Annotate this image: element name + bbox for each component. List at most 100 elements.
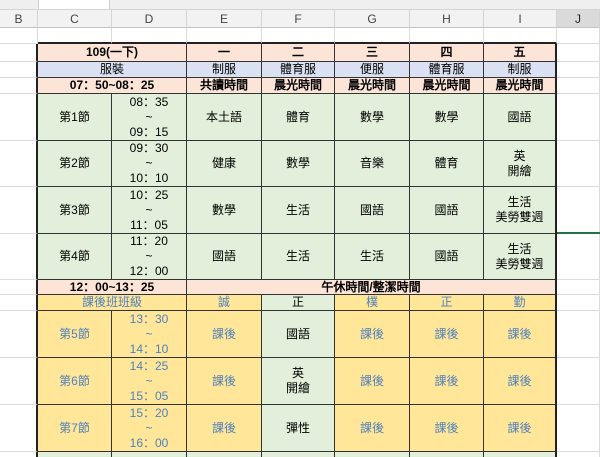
class-cell-p6-wed[interactable]: 課後 (335, 358, 410, 405)
period-label-cell-6[interactable]: 第6節 (38, 358, 112, 405)
empty-cell[interactable] (557, 280, 600, 295)
morning-time-cell[interactable]: 07：50~08：25 (38, 78, 187, 94)
empty-cell[interactable] (557, 452, 600, 457)
column-header-i[interactable]: I (484, 10, 557, 28)
empty-cell[interactable] (557, 94, 600, 141)
period-label-cell-1[interactable]: 第1節 (38, 94, 112, 141)
class-cell-p7-thu[interactable]: 課後 (410, 405, 484, 452)
after-school-class-thu[interactable]: 正 (410, 295, 484, 311)
period-label-cell-7[interactable]: 第7節 (38, 405, 112, 452)
class-cell-p6-thu[interactable]: 課後 (410, 358, 484, 405)
empty-cell[interactable] (0, 358, 38, 405)
period-time-cell-3[interactable]: 10：25 ~ 11：05 (112, 187, 187, 234)
weekday-header-fri[interactable]: 五 (484, 44, 557, 62)
period-time-cell-7[interactable]: 15：20 ~ 16：00 (112, 405, 187, 452)
dress-cell-wed[interactable]: 便服 (335, 62, 410, 78)
class-cell-p5-tue[interactable]: 國語 (262, 311, 335, 358)
period-time-cell-2[interactable]: 09：30 ~ 10：10 (112, 141, 187, 187)
empty-cell[interactable] (0, 295, 38, 311)
class-cell-p4-mon[interactable]: 國語 (187, 234, 262, 280)
period-label-cell-3[interactable]: 第3節 (38, 187, 112, 234)
after-school-label-cell[interactable]: 課後班班級 (38, 295, 187, 311)
empty-cell[interactable] (557, 234, 600, 280)
morning-cell-fri[interactable]: 晨光時間 (484, 78, 557, 94)
empty-cell[interactable] (335, 28, 410, 44)
empty-cell[interactable] (0, 44, 38, 62)
empty-cell[interactable] (557, 187, 600, 234)
class-cell-p3-mon[interactable]: 數學 (187, 187, 262, 234)
class-cell-p4-fri[interactable]: 生活 美勞雙週 (484, 234, 557, 280)
empty-cell[interactable] (0, 28, 38, 44)
empty-cell[interactable] (0, 78, 38, 94)
weekday-header-thu[interactable]: 四 (410, 44, 484, 62)
empty-cell[interactable] (557, 78, 600, 94)
name-box-edge[interactable] (38, 0, 110, 9)
class-cell-p4-tue[interactable]: 生活 (262, 234, 335, 280)
weekday-header-tue[interactable]: 二 (262, 44, 335, 62)
dress-cell-thu[interactable]: 體育服 (410, 62, 484, 78)
after-school-class-fri[interactable]: 勤 (484, 295, 557, 311)
clipped-row-cell[interactable] (484, 452, 557, 457)
weekday-header-mon[interactable]: 一 (187, 44, 262, 62)
empty-cell[interactable] (557, 62, 600, 78)
column-header-j[interactable]: J (557, 10, 600, 28)
column-header-e[interactable]: E (187, 10, 262, 28)
morning-cell-mon[interactable]: 共讀時間 (187, 78, 262, 94)
class-cell-p3-wed[interactable]: 國語 (335, 187, 410, 234)
clipped-row-cell[interactable] (38, 452, 112, 457)
class-cell-p7-wed[interactable]: 課後 (335, 405, 410, 452)
clipped-row-cell[interactable] (262, 452, 335, 457)
column-header-c[interactable]: C (38, 10, 112, 28)
column-header-b[interactable]: B (0, 10, 38, 28)
class-cell-p5-fri[interactable]: 課後 (484, 311, 557, 358)
empty-cell[interactable] (557, 311, 600, 358)
class-cell-p4-thu[interactable]: 國語 (410, 234, 484, 280)
midday-time-cell[interactable]: 12：00~13：25 (38, 280, 187, 295)
clipped-row-cell[interactable] (335, 452, 410, 457)
class-cell-p6-tue[interactable]: 英 開繪 (262, 358, 335, 405)
class-cell-p1-thu[interactable]: 數學 (410, 94, 484, 141)
empty-cell[interactable] (557, 295, 600, 311)
class-cell-p2-fri[interactable]: 英 開繪 (484, 141, 557, 187)
class-cell-p4-wed[interactable]: 生活 (335, 234, 410, 280)
empty-cell[interactable] (0, 311, 38, 358)
class-cell-p3-thu[interactable]: 國語 (410, 187, 484, 234)
empty-cell[interactable] (484, 28, 557, 44)
empty-cell[interactable] (0, 280, 38, 295)
midday-label-cell[interactable]: 午休時間/整潔時間 (187, 280, 557, 295)
morning-cell-tue[interactable]: 晨光時間 (262, 78, 335, 94)
class-cell-p5-wed[interactable]: 課後 (335, 311, 410, 358)
clipped-row-cell[interactable] (187, 452, 262, 457)
empty-cell[interactable] (0, 94, 38, 141)
period-time-cell-4[interactable]: 11：20 ~ 12：00 (112, 234, 187, 280)
class-cell-p2-wed[interactable]: 音樂 (335, 141, 410, 187)
after-school-class-tue[interactable]: 正 (262, 295, 335, 311)
class-cell-p7-mon[interactable]: 課後 (187, 405, 262, 452)
class-cell-p3-tue[interactable]: 生活 (262, 187, 335, 234)
period-time-cell-1[interactable]: 08：35 ~ 09：15 (112, 94, 187, 141)
clipped-row-cell[interactable] (410, 452, 484, 457)
class-cell-p3-fri[interactable]: 生活 美勞雙週 (484, 187, 557, 234)
class-cell-p2-tue[interactable]: 數學 (262, 141, 335, 187)
period-label-cell-5[interactable]: 第5節 (38, 311, 112, 358)
term-cell[interactable]: 109(一下) (38, 44, 187, 62)
class-cell-p1-wed[interactable]: 數學 (335, 94, 410, 141)
morning-cell-thu[interactable]: 晨光時間 (410, 78, 484, 94)
empty-cell[interactable] (410, 28, 484, 44)
empty-cell[interactable] (0, 187, 38, 234)
weekday-header-wed[interactable]: 三 (335, 44, 410, 62)
period-label-cell-4[interactable]: 第4節 (38, 234, 112, 280)
empty-cell[interactable] (38, 28, 112, 44)
class-cell-p6-mon[interactable]: 課後 (187, 358, 262, 405)
empty-cell[interactable] (0, 141, 38, 187)
empty-cell[interactable] (557, 141, 600, 187)
empty-cell[interactable] (0, 234, 38, 280)
dress-cell-mon[interactable]: 制服 (187, 62, 262, 78)
empty-cell[interactable] (262, 28, 335, 44)
class-cell-p6-fri[interactable]: 課後 (484, 358, 557, 405)
empty-cell[interactable] (557, 358, 600, 405)
column-header-g[interactable]: G (335, 10, 410, 28)
class-cell-p1-fri[interactable]: 國語 (484, 94, 557, 141)
empty-cell[interactable] (557, 28, 600, 44)
period-time-cell-6[interactable]: 14：25 ~ 15：05 (112, 358, 187, 405)
